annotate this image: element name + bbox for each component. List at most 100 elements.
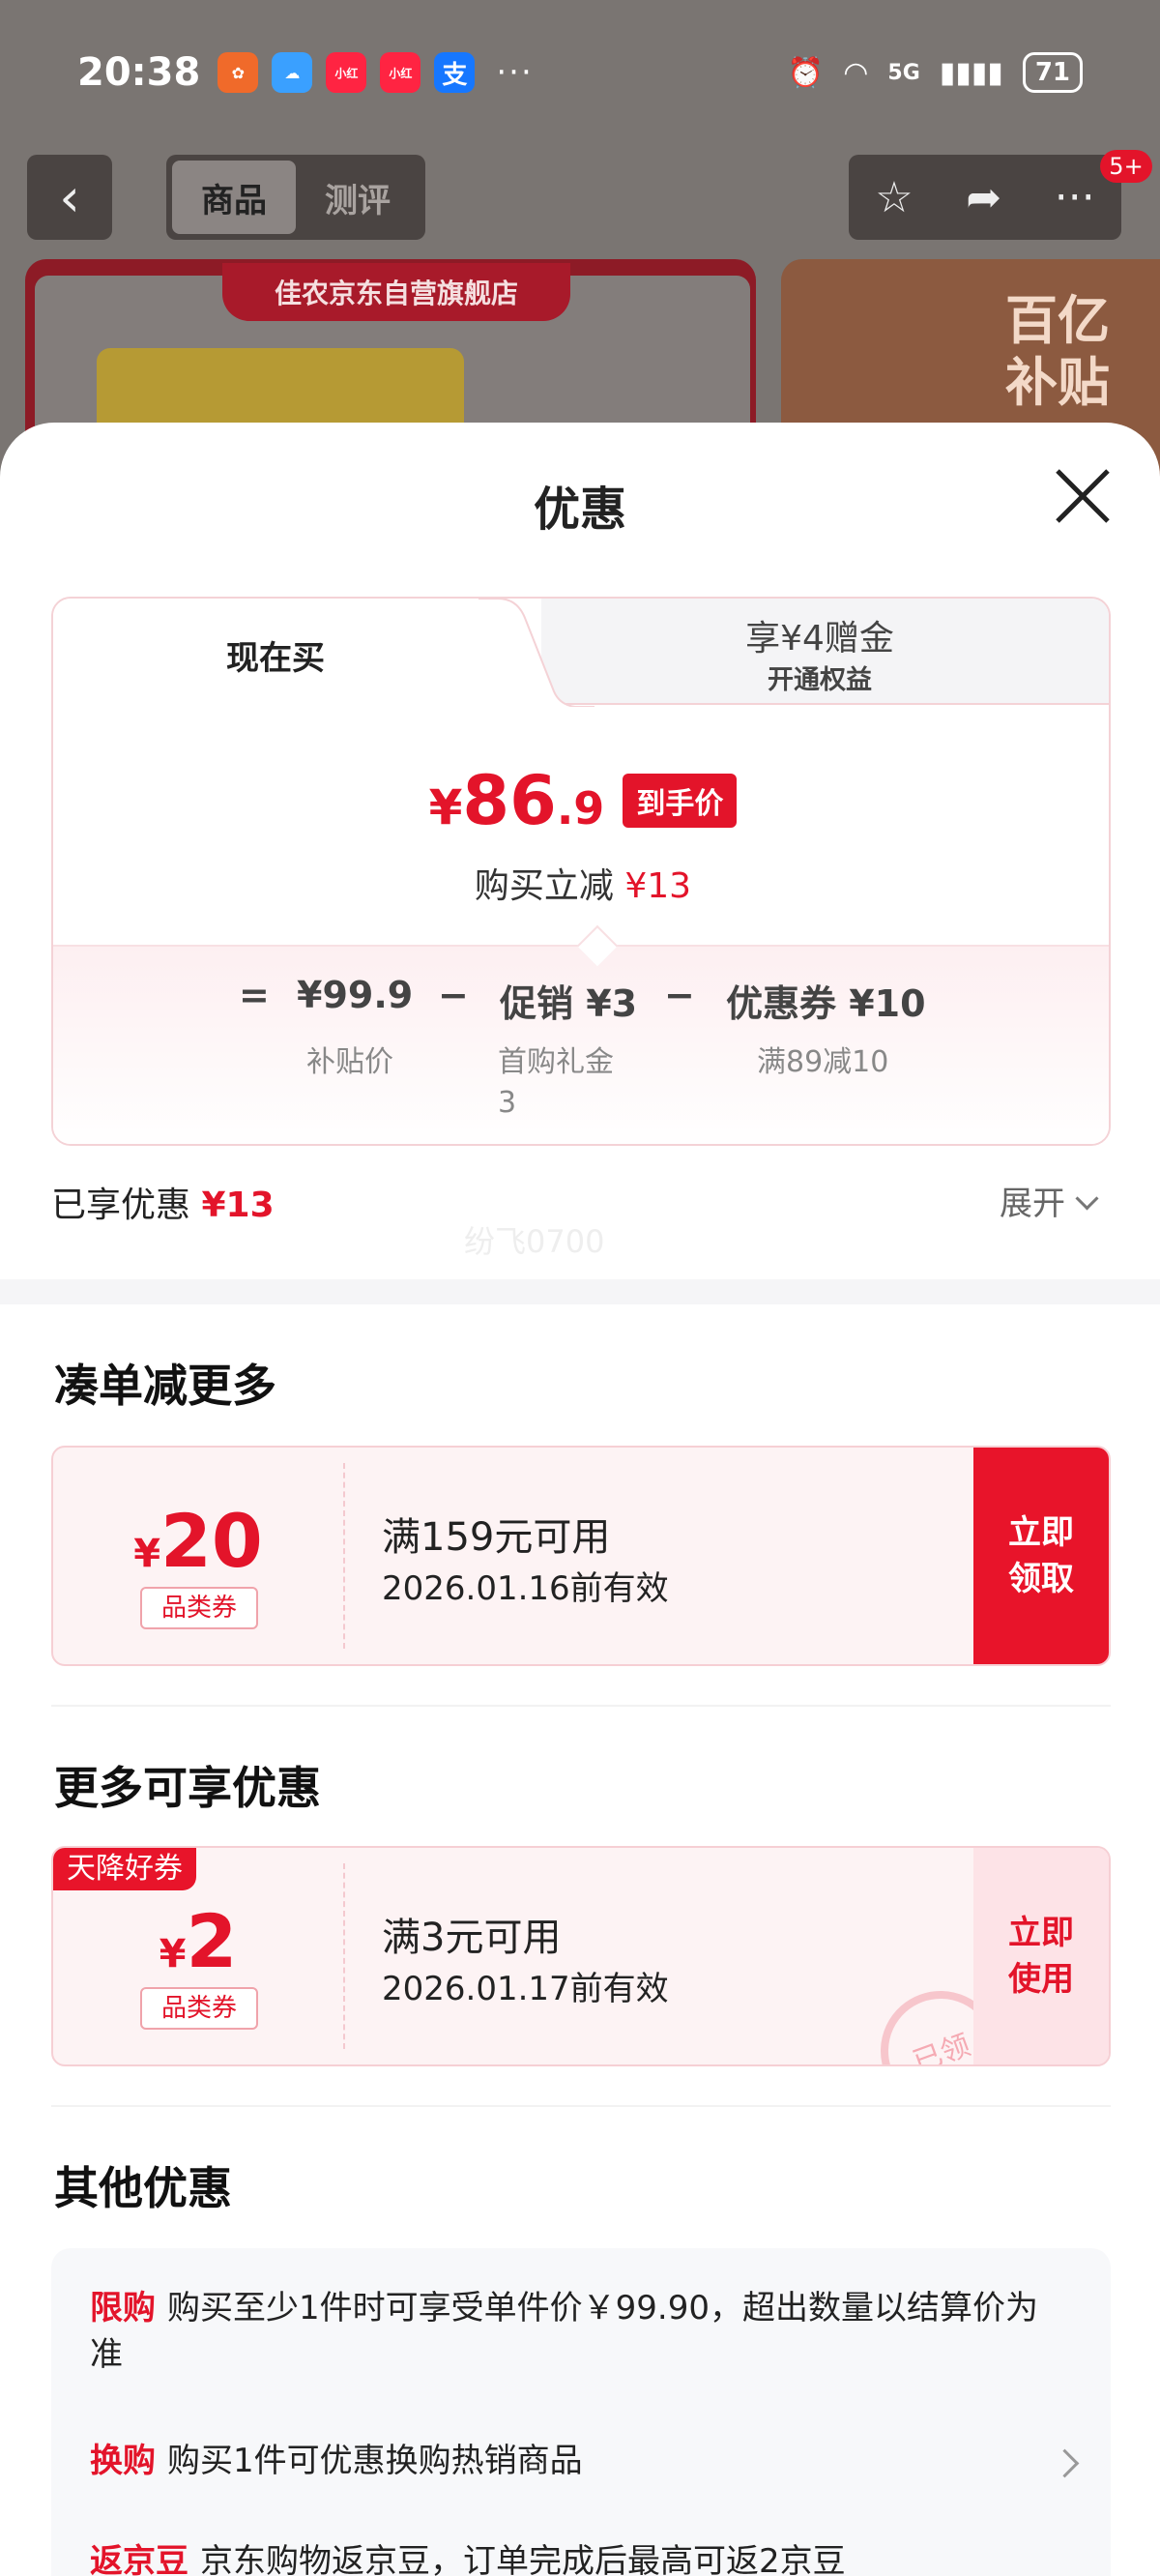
- tab-gift-bonus-label: 享¥4赠金: [745, 619, 894, 659]
- nav-actions: ☆ ➦ ···: [849, 155, 1121, 240]
- favorite-star-icon[interactable]: ☆: [875, 173, 913, 222]
- alipay-icon: 支: [434, 52, 476, 93]
- coupon-currency: ¥: [159, 1932, 187, 1976]
- calc-coupon-label: 满89减10: [757, 1045, 889, 1079]
- saving-line: 购买立减 ¥13: [53, 858, 1109, 908]
- status-time: 20:38: [77, 50, 201, 95]
- use-coupon-label: 立即使用: [1008, 1914, 1074, 1999]
- nav-tabs: 商品 测评: [166, 155, 425, 240]
- coupon-currency: ¥: [133, 1532, 161, 1576]
- final-price: ¥86.9: [429, 761, 605, 840]
- more-notifications-icon: ···: [496, 53, 534, 92]
- wifi-icon: ◠: [843, 55, 869, 90]
- calc-base-label: 补贴价: [306, 1045, 393, 1079]
- background-promo-text: 百亿补贴: [1005, 290, 1110, 413]
- final-price-row: ¥86.9 到手价: [53, 761, 1109, 840]
- message-badge: 5+: [1100, 150, 1152, 183]
- calc-coupon: 优惠券 ¥10: [726, 982, 926, 1025]
- other-offers-list: 限购 购买至少1件时可享受单件价￥99.90，超出数量以结算价为准 换购 购买1件可…: [51, 2248, 1111, 2576]
- back-button[interactable]: ‹: [27, 155, 112, 240]
- enjoyed-discount: 已享优惠 ¥13: [51, 1177, 275, 1227]
- coupon-expiry: 2026.01.16前有效: [382, 1569, 669, 1608]
- divider-line: [51, 2105, 1111, 2107]
- tab-review[interactable]: 测评: [296, 161, 420, 234]
- coupon-amount: 20: [160, 1498, 263, 1584]
- coupon-card: 天降好券 ¥2 品类券 满3元可用 2026.01.17前有效 已领 立即使用: [51, 1846, 1111, 2066]
- divider-line: [51, 1705, 1111, 1707]
- coupon-type-badge: 品类券: [140, 1587, 258, 1629]
- section-divider: [0, 1279, 1160, 1304]
- tab-buy-now[interactable]: 现在买: [53, 599, 541, 707]
- xiaohongshu-icon-2: 小红: [380, 52, 421, 93]
- coupon-divider: [343, 1863, 345, 2049]
- signal-icon: ▮▮▮▮: [939, 55, 1003, 90]
- battery-indicator: 71: [1022, 52, 1083, 93]
- use-coupon-button[interactable]: 立即使用: [973, 1848, 1109, 2064]
- section-title-other-offers: 其他优惠: [54, 2162, 232, 2214]
- offer-item-jingdou: 返京豆 京东购物返京豆，订单完成后最高可返2京豆: [90, 2538, 1057, 2576]
- close-icon[interactable]: [1048, 461, 1117, 531]
- expand-label: 展开: [1000, 1185, 1065, 1223]
- final-price-decimal: .9: [556, 782, 605, 834]
- back-arrow-icon: ‹: [59, 166, 80, 228]
- tab-gift-bonus-sub: 开通权益: [768, 665, 872, 695]
- offer-tag: 限购: [90, 2289, 156, 2327]
- coupon-value-area: ¥2 品类券: [53, 1848, 343, 2064]
- enjoyed-label: 已享优惠: [51, 1186, 191, 1225]
- tab-slant-shape: [478, 599, 594, 707]
- more-icon[interactable]: ···: [1055, 173, 1095, 222]
- section-title-combine: 凑单减更多: [54, 1360, 276, 1412]
- sheet-title: 优惠: [533, 483, 626, 537]
- price-breakdown-panel: 享¥4赠金 开通权益 现在买 ¥86.9 到手价 购买立减 ¥13 = ¥99.…: [51, 597, 1111, 1146]
- coupon-type-badge: 品类券: [140, 1987, 258, 2030]
- saving-amount: ¥13: [624, 866, 692, 906]
- calc-promo: 促销 ¥3: [500, 982, 638, 1025]
- coupon-condition: 满3元可用: [382, 1916, 562, 1960]
- coupon-card: ¥20 品类券 满159元可用 2026.01.16前有效 立即领取: [51, 1446, 1111, 1666]
- weather-icon: ☁: [272, 52, 313, 93]
- coupon-amount: 2: [186, 1898, 238, 1984]
- tab-gift-bonus[interactable]: 享¥4赠金 开通权益: [527, 599, 1109, 705]
- calc-base-price: ¥99.9: [297, 974, 414, 1016]
- calc-notch: [576, 924, 619, 967]
- offer-tag: 换购: [90, 2442, 156, 2480]
- coupon-value-area: ¥20 品类券: [53, 1448, 343, 1664]
- network-type: 5G: [887, 60, 920, 85]
- status-bar: 20:38 ✿ ☁ 小红 小红 支 ··· ⏰ ◠ 5G ▮▮▮▮ 71: [0, 0, 1160, 145]
- app-notification-icon: ✿: [218, 52, 259, 93]
- product-top-nav: ‹ 商品 测评 ☆ ➦ ··· 5+: [0, 150, 1160, 247]
- xiaohongshu-icon: 小红: [326, 52, 367, 93]
- coupon-condition: 满159元可用: [382, 1515, 611, 1560]
- discount-sheet: 优惠 享¥4赠金 开通权益 现在买 ¥86.9 到手价 购买立减 ¥13 = ¥…: [0, 423, 1160, 2576]
- final-price-currency: ¥: [428, 779, 463, 835]
- offer-text: 京东购物返京豆，订单完成后最高可返2京豆: [200, 2542, 846, 2576]
- calc-promo-label: 首购礼金: [498, 1045, 614, 1079]
- watermark: 纷飞0700: [464, 1223, 605, 1260]
- price-calculation: = ¥99.9 − 促销 ¥3 − 优惠券 ¥10 补贴价 首购礼金 3 满89…: [53, 924, 1109, 1144]
- share-icon[interactable]: ➦: [966, 173, 1001, 222]
- chevron-down-icon: [1075, 1186, 1099, 1211]
- offer-text: 购买至少1件时可享受单件价￥99.90，超出数量以结算价为准: [90, 2289, 1038, 2374]
- claim-coupon-button[interactable]: 立即领取: [973, 1448, 1109, 1664]
- final-price-integer: 86: [462, 761, 557, 840]
- calc-promo-label-2: 3: [498, 1086, 517, 1120]
- coupon-expiry: 2026.01.17前有效: [382, 1970, 669, 2008]
- offer-item-purchase-limit: 限购 购买至少1件时可享受单件价￥99.90，超出数量以结算价为准: [90, 2285, 1057, 2378]
- section-title-more-offers: 更多可享优惠: [54, 1762, 321, 1814]
- enjoyed-amount: ¥13: [201, 1186, 275, 1225]
- tab-buy-now-label: 现在买: [226, 639, 325, 678]
- alarm-icon: ⏰: [787, 55, 825, 90]
- offer-item-exchange[interactable]: 换购 购买1件可优惠换购热销商品: [90, 2438, 1057, 2484]
- coupon-divider: [343, 1463, 345, 1649]
- tab-product[interactable]: 商品: [172, 161, 296, 234]
- calc-minus-1: −: [438, 974, 469, 1016]
- calc-minus-2: −: [664, 974, 695, 1016]
- coupon-value: ¥2: [53, 1898, 343, 1984]
- saving-label: 购买立减: [474, 866, 614, 906]
- claim-coupon-label: 立即领取: [1008, 1513, 1074, 1598]
- background-store-banner: 佳农京东自营旗舰店: [222, 263, 570, 321]
- expand-button[interactable]: 展开: [1000, 1177, 1099, 1224]
- calc-equals: =: [239, 974, 270, 1016]
- final-price-tag: 到手价: [623, 774, 738, 828]
- coupon-value: ¥20: [53, 1498, 343, 1584]
